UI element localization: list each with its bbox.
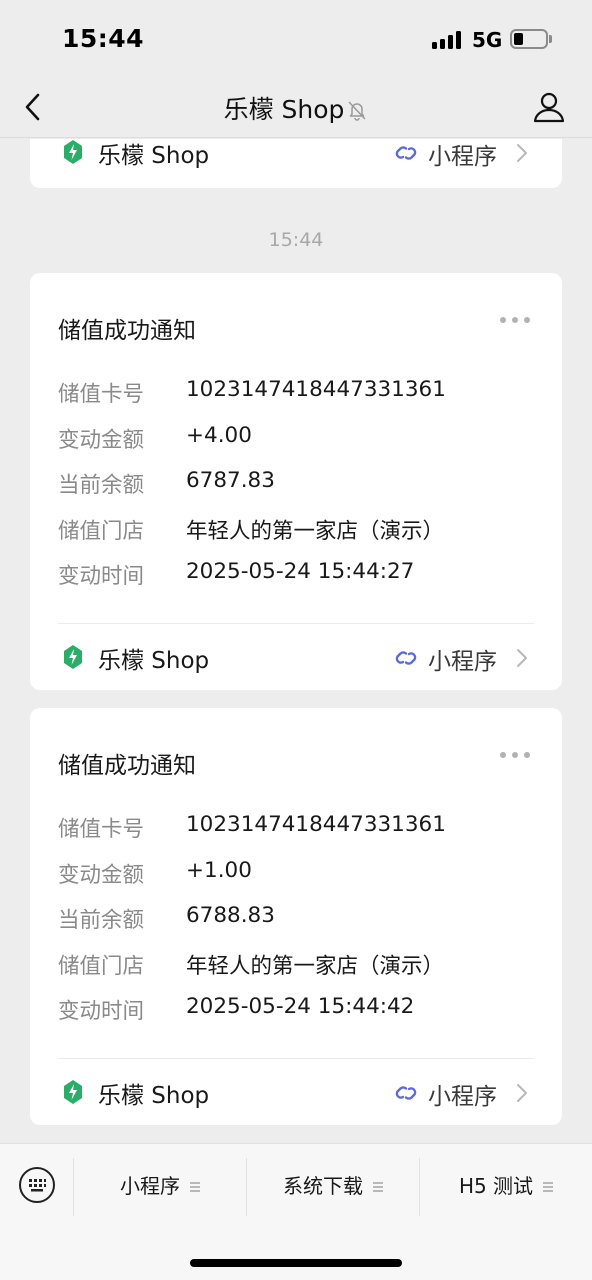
field-label: 当前余额 — [58, 908, 145, 933]
field-value: 2025-05-24 15:44:42 — [186, 994, 415, 1019]
person-icon[interactable] — [532, 90, 566, 124]
field-value: +4.00 — [186, 422, 252, 448]
network-type: 5G — [472, 28, 503, 52]
miniprogram-tag: 小程序 — [428, 1084, 497, 1110]
field-row: 当前余额 6787.83 — [58, 468, 542, 514]
message-card[interactable]: 储值成功通知 储值卡号 1023147418447331361 变动金额 +1.… — [30, 708, 562, 1125]
field-row: 变动时间 2025-05-24 15:44:42 — [58, 994, 542, 1040]
miniprogram-logo-icon — [64, 140, 82, 164]
miniprogram-name: 乐檬 Shop — [98, 143, 210, 169]
menu-item-label: 小程序 — [120, 1174, 180, 1198]
field-row: 储值门店 年轻人的第一家店（演示） — [58, 514, 542, 560]
more-icon[interactable] — [500, 317, 530, 325]
field-label: 储值卡号 — [58, 817, 145, 842]
status-time: 15:44 — [62, 24, 145, 53]
field-row: 变动金额 +1.00 — [58, 858, 542, 904]
field-label: 储值卡号 — [58, 382, 145, 407]
menu-item-label: H5 测试 — [458, 1174, 534, 1198]
submenu-icon — [543, 1182, 554, 1192]
link-icon — [395, 146, 417, 160]
field-label: 变动时间 — [58, 999, 145, 1024]
field-row: 变动金额 +4.00 — [58, 423, 542, 469]
miniprogram-tag: 小程序 — [428, 144, 497, 170]
field-value: 年轻人的第一家店（演示） — [186, 953, 445, 979]
miniprogram-logo-icon — [64, 1080, 82, 1104]
battery-icon — [510, 29, 548, 49]
field-value: 1023147418447331361 — [186, 812, 446, 837]
field-value: 6788.83 — [186, 903, 275, 928]
chevron-right-icon — [517, 649, 527, 667]
field-value: 年轻人的第一家店（演示） — [186, 518, 445, 544]
chat-area[interactable]: 乐檬 Shop 小程序 15:44 储值成功通知 储值卡号 1023147418… — [0, 139, 592, 1143]
field-value: 2025-05-24 15:44:27 — [186, 559, 415, 584]
field-value: 6787.83 — [186, 468, 275, 493]
miniprogram-footer[interactable]: 乐檬 Shop 小程序 — [58, 1059, 534, 1125]
miniprogram-logo-icon — [64, 645, 82, 669]
field-row: 变动时间 2025-05-24 15:44:27 — [58, 559, 542, 605]
menu-item-system-download[interactable]: 系统下载 — [247, 1158, 419, 1214]
field-label: 储值门店 — [58, 953, 145, 979]
miniprogram-footer[interactable]: 乐檬 Shop 小程序 — [58, 139, 534, 185]
signal-icon — [432, 31, 464, 49]
link-icon — [395, 1086, 417, 1100]
chevron-right-icon — [517, 1084, 527, 1102]
chat-title-wrap: 乐檬 Shop — [0, 90, 592, 126]
miniprogram-footer[interactable]: 乐檬 Shop 小程序 — [58, 624, 534, 690]
card-title: 储值成功通知 — [58, 753, 196, 779]
miniprogram-name: 乐檬 Shop — [98, 648, 210, 674]
field-label: 当前余额 — [58, 473, 145, 498]
chat-title: 乐檬 Shop — [223, 95, 345, 124]
submenu-icon — [190, 1182, 200, 1192]
status-bar: 15:44 5G — [0, 0, 592, 76]
field-label: 变动时间 — [58, 564, 145, 589]
message-timestamp: 15:44 — [268, 229, 324, 251]
field-row: 储值门店 年轻人的第一家店（演示） — [58, 949, 542, 995]
field-label: 储值门店 — [58, 518, 145, 544]
miniprogram-tag: 小程序 — [428, 649, 497, 675]
field-list: 储值卡号 1023147418447331361 变动金额 +1.00 当前余额… — [58, 812, 542, 1040]
chevron-right-icon — [517, 144, 527, 162]
nav-bar: 乐檬 Shop — [0, 76, 592, 138]
message-card[interactable]: 储值成功通知 储值卡号 1023147418447331361 变动金额 +4.… — [30, 273, 562, 690]
message-card-previous[interactable]: 乐檬 Shop 小程序 — [30, 139, 562, 188]
field-row: 储值卡号 1023147418447331361 — [58, 377, 542, 423]
home-indicator[interactable] — [190, 1259, 402, 1267]
miniprogram-name: 乐檬 Shop — [98, 1083, 210, 1109]
menu-item-label: 系统下载 — [283, 1174, 363, 1198]
mute-bell-icon — [348, 101, 366, 121]
field-row: 储值卡号 1023147418447331361 — [58, 812, 542, 858]
keyboard-icon[interactable] — [18, 1166, 56, 1204]
field-row: 当前余额 6788.83 — [58, 903, 542, 949]
menu-item-h5-test[interactable]: H5 测试 — [420, 1158, 592, 1214]
field-value: +1.00 — [186, 857, 252, 883]
submenu-icon — [373, 1182, 383, 1192]
field-value: 1023147418447331361 — [186, 377, 446, 402]
link-icon — [395, 651, 417, 665]
menu-item-miniprogram[interactable]: 小程序 — [74, 1158, 246, 1214]
more-icon[interactable] — [500, 752, 530, 760]
field-label: 变动金额 — [58, 427, 145, 453]
card-title: 储值成功通知 — [58, 318, 196, 344]
field-label: 变动金额 — [58, 862, 145, 888]
field-list: 储值卡号 1023147418447331361 变动金额 +4.00 当前余额… — [58, 377, 542, 605]
